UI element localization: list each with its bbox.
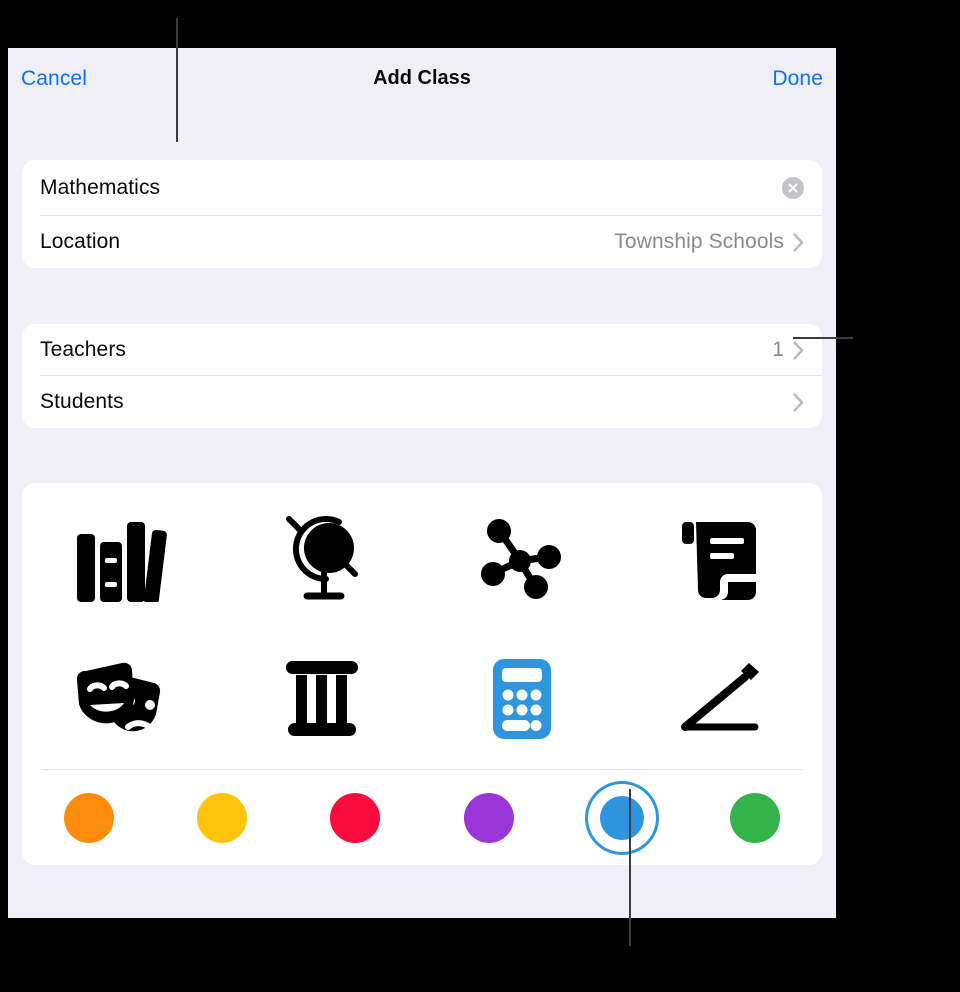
color-swatch — [330, 792, 381, 843]
teachers-count: 1 — [772, 338, 784, 361]
color-option-orange[interactable] — [58, 787, 120, 849]
color-swatch — [730, 792, 781, 843]
scroll-icon — [682, 522, 756, 600]
icon-option-scroll[interactable] — [622, 489, 822, 629]
class-icon-grid — [22, 483, 822, 769]
icon-option-books[interactable] — [22, 489, 222, 629]
location-row[interactable]: Location Township Schools — [22, 216, 822, 268]
callout-line-color — [629, 789, 631, 946]
students-row[interactable]: Students — [22, 376, 822, 428]
page-title: Add Class — [373, 67, 471, 89]
students-label: Students — [40, 390, 124, 413]
teachers-row[interactable]: Teachers 1 — [22, 324, 822, 376]
callout-line-class-name — [176, 18, 178, 142]
calculator-icon — [493, 659, 551, 739]
chevron-right-icon — [793, 232, 804, 252]
color-swatch — [63, 792, 114, 843]
icon-option-column[interactable] — [222, 629, 422, 769]
color-swatch — [463, 792, 514, 843]
icon-option-globe[interactable] — [222, 489, 422, 629]
class-name-field-row[interactable]: Mathematics — [22, 160, 822, 216]
color-swatch — [196, 792, 247, 843]
color-option-yellow[interactable] — [191, 787, 253, 849]
class-name-input[interactable]: Mathematics — [40, 176, 160, 200]
clear-text-icon[interactable] — [782, 177, 804, 199]
column-icon — [286, 661, 358, 736]
class-details-card: Mathematics Location Township Schools — [22, 160, 822, 268]
callout-line-students — [793, 337, 853, 339]
icon-option-calculator[interactable] — [422, 629, 622, 769]
add-class-modal: Cancel Add Class Done Mathematics Locati… — [8, 48, 836, 918]
color-option-green[interactable] — [724, 787, 786, 849]
color-swatch — [599, 795, 644, 840]
chevron-right-icon — [793, 392, 804, 412]
theater-masks-icon — [76, 662, 161, 734]
location-label: Location — [40, 230, 121, 253]
done-button[interactable]: Done — [772, 67, 823, 91]
color-option-red[interactable] — [324, 787, 386, 849]
globe-icon — [286, 516, 358, 600]
class-people-card: Teachers 1 Students — [22, 324, 822, 428]
teachers-label: Teachers — [40, 338, 127, 361]
color-option-purple[interactable] — [458, 787, 520, 849]
icon-option-theater-masks[interactable] — [22, 629, 222, 769]
books-icon — [77, 522, 167, 602]
pencil-angle-icon — [681, 663, 759, 731]
color-option-blue[interactable] — [588, 784, 656, 852]
location-value: Township Schools — [614, 230, 784, 253]
class-color-row — [22, 770, 822, 865]
icon-option-pencil-angle[interactable] — [622, 629, 822, 769]
class-appearance-card — [22, 483, 822, 865]
navigation-bar: Cancel Add Class Done — [8, 48, 836, 112]
molecule-icon — [481, 519, 561, 599]
icon-option-molecule[interactable] — [422, 489, 622, 629]
chevron-right-icon — [793, 340, 804, 360]
